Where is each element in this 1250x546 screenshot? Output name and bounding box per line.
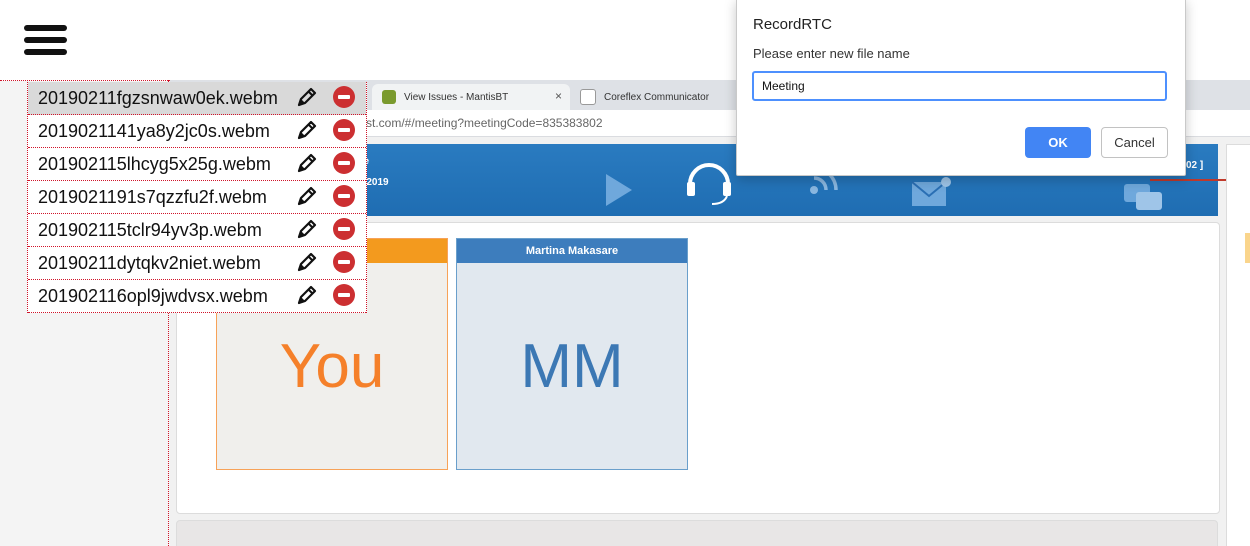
- tab-coreflex[interactable]: Coreflex Communicator: [570, 84, 740, 110]
- file-name: 2019021141ya8y2jc0s.webm: [38, 121, 270, 141]
- recording-file-list: 20190211fgzsnwaw0ek.webm 2019021141ya8y2…: [27, 82, 367, 313]
- mail-icon[interactable]: [910, 176, 954, 208]
- bottom-panel: [176, 520, 1218, 546]
- pencil-icon[interactable]: [296, 152, 318, 174]
- tab-label: View Issues - MantisBT: [404, 91, 509, 103]
- file-name: 201902115tclr94yv3p.webm: [38, 220, 262, 240]
- pencil-icon[interactable]: [296, 251, 318, 273]
- menu-bar: [24, 37, 67, 43]
- coreflex-favicon-icon: [580, 89, 596, 105]
- cancel-button[interactable]: Cancel: [1101, 127, 1168, 158]
- list-item[interactable]: 201902116opl9jwdvsx.webm: [28, 280, 366, 313]
- participant-name: Martina Makasare: [457, 239, 687, 263]
- panel-accent: [1245, 233, 1250, 263]
- pencil-icon[interactable]: [296, 218, 318, 240]
- ok-button[interactable]: OK: [1025, 127, 1091, 158]
- menu-bar: [24, 49, 67, 55]
- rename-dialog: RecordRTC Please enter new file name OK …: [736, 0, 1186, 176]
- play-icon[interactable]: [604, 172, 634, 208]
- delete-icon[interactable]: [333, 119, 355, 141]
- close-icon[interactable]: ×: [555, 89, 562, 103]
- list-item[interactable]: 201902115tclr94yv3p.webm: [28, 214, 366, 247]
- delete-icon[interactable]: [333, 284, 355, 306]
- delete-icon[interactable]: [333, 185, 355, 207]
- menu-bar: [24, 25, 67, 31]
- file-name: 201902115lhcyg5x25g.webm: [38, 154, 271, 174]
- delete-icon[interactable]: [333, 86, 355, 108]
- banner-right-text: 02 ]: [1186, 160, 1204, 171]
- pencil-icon[interactable]: [296, 185, 318, 207]
- mantis-favicon-icon: [382, 90, 396, 104]
- participant-tile-mm[interactable]: Martina Makasare MM: [456, 238, 688, 470]
- list-item[interactable]: 20190211fgzsnwaw0ek.webm: [28, 82, 366, 115]
- chat-icon[interactable]: [1122, 182, 1166, 214]
- tab-mantis[interactable]: View Issues - MantisBT ×: [372, 84, 570, 110]
- participant-initials: MM: [520, 331, 624, 401]
- file-name: 20190211fgzsnwaw0ek.webm: [38, 88, 278, 108]
- tab-label: Coreflex Communicator: [604, 91, 710, 103]
- pencil-icon[interactable]: [296, 119, 318, 141]
- list-item[interactable]: 2019021141ya8y2jc0s.webm: [28, 115, 366, 148]
- delete-icon[interactable]: [333, 251, 355, 273]
- hamburger-menu-icon[interactable]: [24, 25, 67, 55]
- list-item[interactable]: 201902115lhcyg5x25g.webm: [28, 148, 366, 181]
- pencil-icon[interactable]: [296, 284, 318, 306]
- list-item[interactable]: 2019021191s7qzzfu2f.webm: [28, 181, 366, 214]
- delete-icon[interactable]: [333, 152, 355, 174]
- file-name: 201902116opl9jwdvsx.webm: [38, 286, 268, 306]
- pencil-icon[interactable]: [296, 86, 318, 108]
- headset-icon[interactable]: [684, 156, 734, 208]
- right-side-panel: [1226, 144, 1250, 546]
- address-text: test.com/#/meeting?meetingCode=835383802: [356, 116, 603, 130]
- file-name: 2019021191s7qzzfu2f.webm: [38, 187, 267, 207]
- dialog-message: Please enter new file name: [753, 46, 910, 61]
- dialog-title: RecordRTC: [753, 16, 832, 33]
- file-name-input[interactable]: [752, 71, 1167, 101]
- delete-icon[interactable]: [333, 218, 355, 240]
- list-item[interactable]: 20190211dytqkv2niet.webm: [28, 247, 366, 280]
- file-name: 20190211dytqkv2niet.webm: [38, 253, 261, 273]
